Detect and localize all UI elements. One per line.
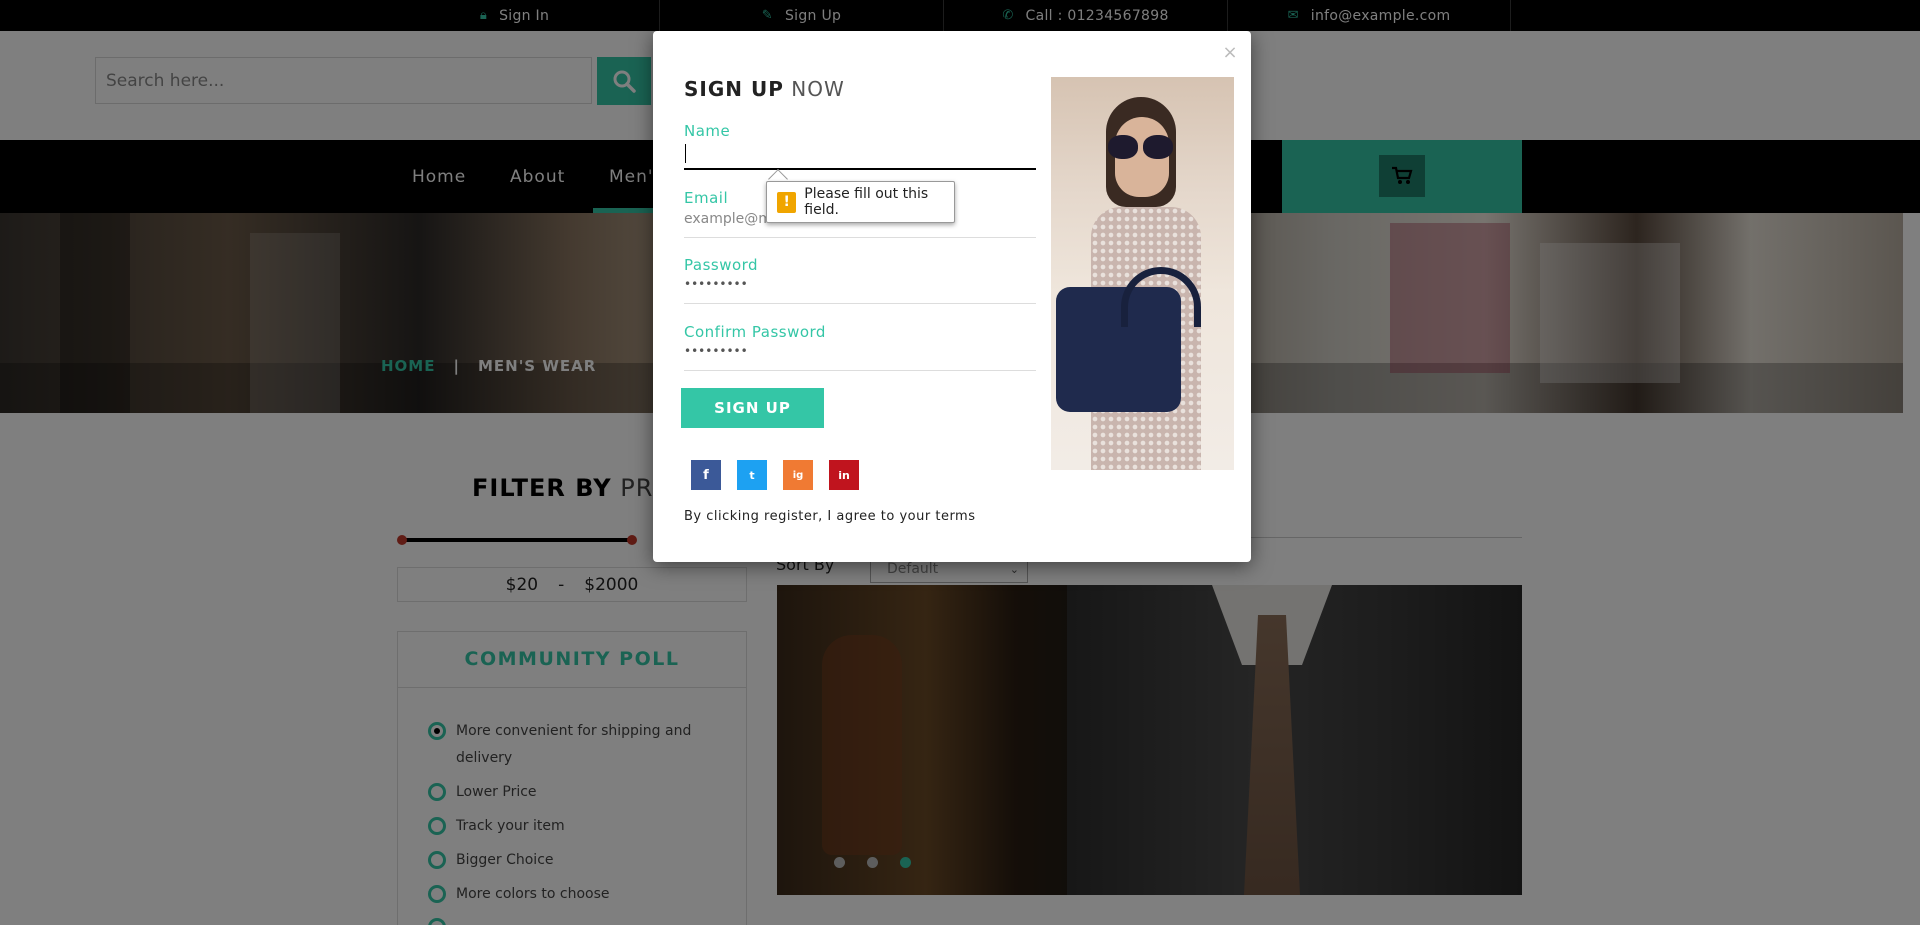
linkedin-icon[interactable]: in [829,460,859,490]
validation-tooltip: ! Please fill out this field. [766,181,955,223]
confirm-password-field[interactable]: ••••••••• [684,344,748,358]
modal-title-bold: SIGN UP [684,77,784,101]
close-icon[interactable]: × [1222,42,1238,63]
field-underline [684,370,1036,371]
name-label: Name [684,122,731,140]
validation-message: Please fill out this field. [804,186,929,218]
text-cursor [685,144,686,163]
instagram-icon[interactable]: ig [783,460,813,490]
password-label: Password [684,256,759,274]
field-underline [684,237,1036,238]
name-field-underline [684,168,1036,170]
password-field[interactable]: ••••••••• [684,277,748,291]
terms-text: By clicking register, I agree to your te… [684,509,976,524]
modal-title: SIGN UP NOW [684,77,845,101]
warning-icon: ! [777,191,797,213]
name-field[interactable] [684,140,1036,168]
modal-title-rest: NOW [791,77,845,101]
twitter-icon[interactable]: t [737,460,767,490]
confirm-password-label: Confirm Password [684,323,826,341]
field-underline [684,303,1036,304]
signup-submit-button[interactable]: SIGN UP [681,388,824,428]
facebook-icon[interactable]: f [691,460,721,490]
model-photo [1051,77,1234,470]
email-label: Email [684,189,729,207]
